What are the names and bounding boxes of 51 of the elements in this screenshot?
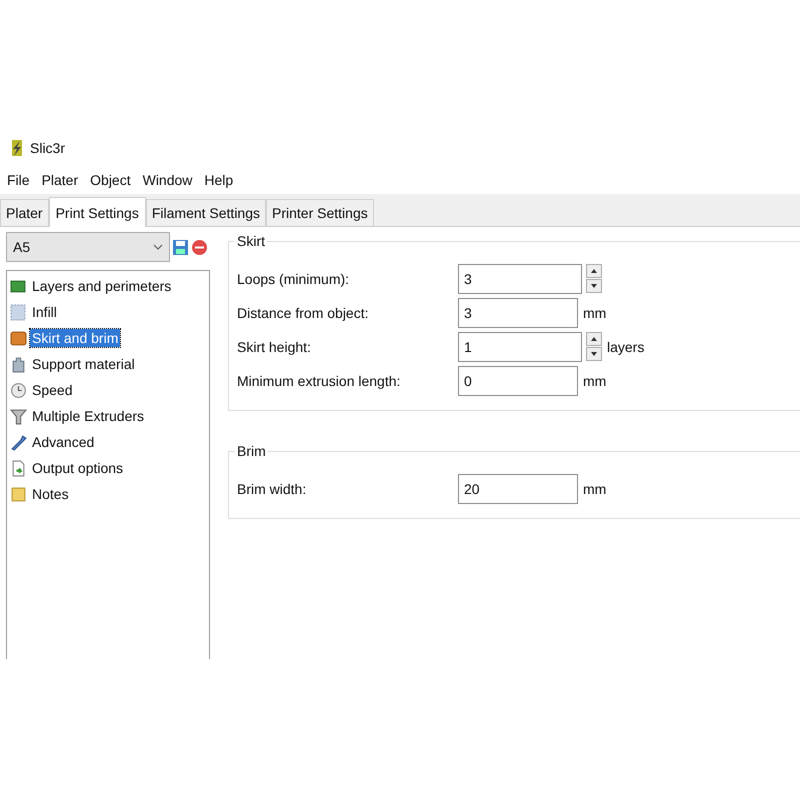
tree-item[interactable]: Advanced [30, 433, 96, 451]
page-icon [10, 434, 27, 450]
group-title: Brim [235, 443, 268, 459]
unit-label: mm [583, 373, 606, 389]
page-icon [10, 304, 27, 320]
unit-label: mm [583, 481, 606, 497]
field-label: Brim width: [237, 481, 308, 497]
delete-icon[interactable] [191, 238, 208, 256]
tree-item[interactable]: Support material [30, 355, 137, 373]
menu-item[interactable]: File [2, 172, 35, 188]
window-title: Slic3r [30, 140, 66, 156]
page-icon [10, 460, 27, 476]
menu-item[interactable]: Object [85, 172, 136, 188]
tree-item[interactable]: Infill [30, 303, 59, 321]
input-field[interactable]: 0 [458, 366, 578, 396]
page-icon [10, 382, 27, 398]
page-icon [10, 408, 27, 424]
page-icon [10, 356, 27, 372]
input-field[interactable]: 3 [458, 298, 578, 328]
tab[interactable]: Printer Settings [266, 199, 374, 226]
unit-label: layers [607, 339, 644, 355]
save-icon[interactable] [172, 238, 189, 256]
tree-item[interactable]: Multiple Extruders [30, 407, 146, 425]
tab[interactable]: Filament Settings [146, 199, 266, 226]
page-icon [10, 330, 27, 346]
spin-arrows-icon[interactable] [586, 264, 602, 294]
menu-item[interactable]: Plater [36, 172, 84, 188]
input-field[interactable]: 20 [458, 474, 578, 504]
tree-item[interactable]: Skirt and brim [30, 329, 120, 347]
tree-item[interactable]: Layers and perimeters [30, 277, 174, 295]
menu-item[interactable]: Window [138, 172, 198, 188]
unit-label: mm [583, 305, 606, 321]
tree-item[interactable]: Speed [30, 381, 74, 399]
page-icon [10, 278, 27, 294]
input-field[interactable]: 1 [458, 332, 582, 362]
group-title: Skirt [235, 233, 267, 249]
input-field[interactable]: 3 [458, 264, 582, 294]
spin-arrows-icon[interactable] [586, 332, 602, 362]
field-label: Distance from object: [237, 305, 370, 321]
preset-dropdown[interactable]: A5 [6, 232, 170, 262]
app-logo-icon [10, 138, 24, 158]
tree-item[interactable]: Notes [30, 485, 71, 503]
page-icon [10, 486, 27, 502]
tab[interactable]: Print Settings [48, 197, 146, 227]
chevron-down-icon[interactable] [153, 244, 163, 250]
menu-item[interactable]: Help [199, 172, 238, 188]
tree-item[interactable]: Output options [30, 459, 126, 477]
field-label: Minimum extrusion length: [237, 373, 402, 389]
field-label: Skirt height: [237, 339, 312, 355]
field-label: Loops (minimum): [237, 271, 350, 287]
tab[interactable]: Plater [0, 199, 49, 226]
